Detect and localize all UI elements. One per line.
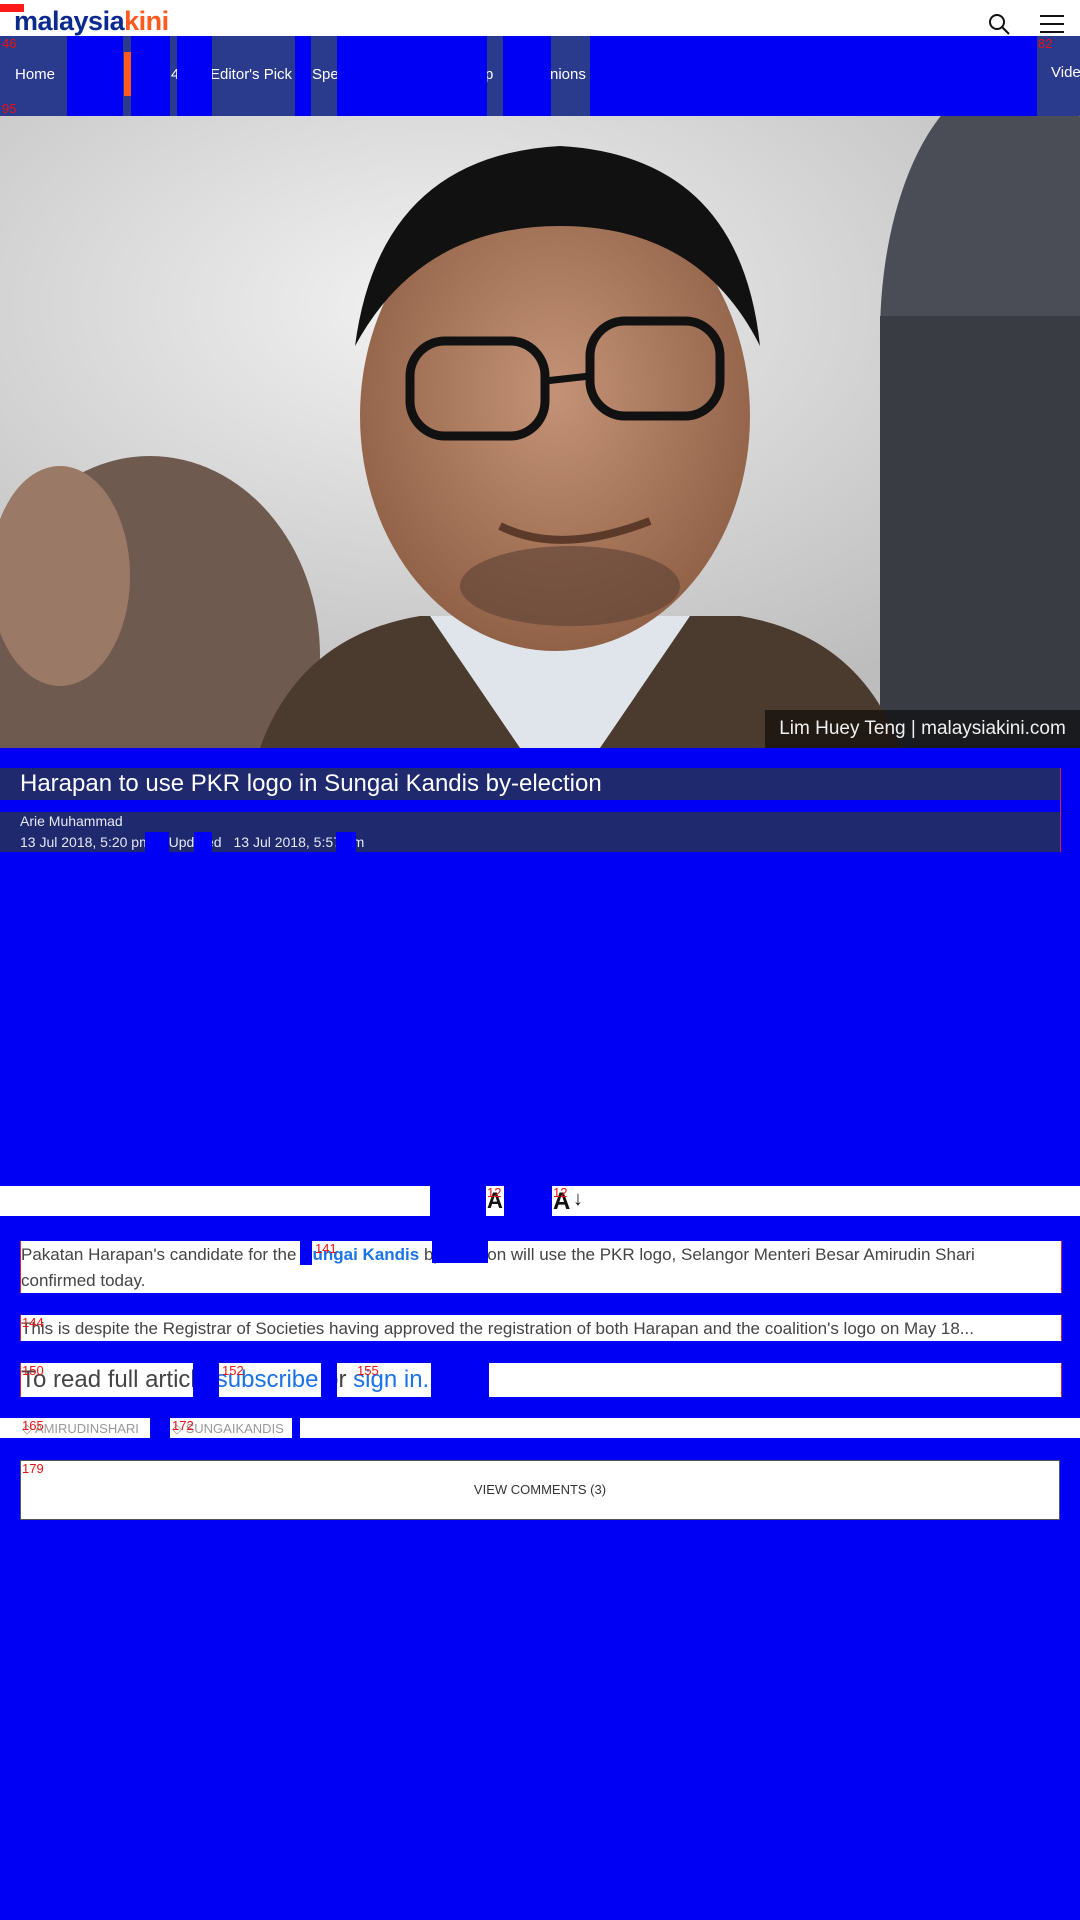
paragraph-2-row: This is despite the Registrar of Societi… bbox=[20, 1315, 1062, 1341]
overlay-number: 152 bbox=[222, 1363, 244, 1378]
article-hero-photo: Lim Huey Teng | malaysiakini.com bbox=[0, 116, 1080, 748]
author-name[interactable]: Arie Muhammad bbox=[20, 813, 123, 829]
paragraph-1-line-1: Pakatan Harapan's candidate for the Sung… bbox=[21, 1241, 975, 1268]
logo-text-malaysia: malaysia bbox=[14, 6, 125, 36]
mask-block bbox=[194, 832, 212, 852]
view-comments-label: VIEW COMMENTS (3) bbox=[473, 1482, 607, 1497]
mask-block bbox=[300, 1241, 312, 1265]
logo-text-kini: kini bbox=[124, 6, 169, 36]
nav-item-opinions[interactable]: nions bbox=[550, 66, 586, 83]
overlay-number: 155 bbox=[357, 1363, 379, 1378]
para1-text-b: by-election will use the PKR logo, Selan… bbox=[419, 1245, 975, 1264]
overlay-number: 144 bbox=[22, 1315, 44, 1330]
overlay-number: 179 bbox=[22, 1461, 44, 1476]
hero-photo-illustration bbox=[0, 116, 1080, 748]
mask-block bbox=[432, 1239, 488, 1263]
mask-block bbox=[590, 36, 1037, 116]
mask-block bbox=[150, 1418, 170, 1438]
view-comments-button[interactable]: VIEW COMMENTS (3) bbox=[20, 1460, 1060, 1520]
overlay-number: 12 bbox=[553, 1185, 568, 1200]
mask-block bbox=[193, 1363, 219, 1397]
overlay-number: 172 bbox=[172, 1418, 194, 1433]
mask-block bbox=[321, 1363, 337, 1397]
article-dates: 13 Jul 2018, 5:20 pm Updated 13 Jul 2018… bbox=[20, 834, 364, 850]
para1-text-a: Pakatan Harapan's candidate for the bbox=[21, 1245, 302, 1264]
mask-block bbox=[337, 36, 487, 116]
mask-block bbox=[295, 36, 311, 116]
mask-block bbox=[431, 1363, 489, 1397]
nav-item-editors-pick[interactable]: Editor's Pick bbox=[210, 66, 292, 83]
mask-block bbox=[67, 36, 123, 116]
mask-block bbox=[177, 36, 212, 116]
photo-credit: Lim Huey Teng | malaysiakini.com bbox=[765, 710, 1080, 748]
hamburger-menu-icon[interactable] bbox=[1040, 14, 1064, 34]
published-date: 13 Jul 2018, 5:20 pm bbox=[20, 834, 151, 850]
font-reset-arrow-icon[interactable]: ↓ bbox=[573, 1188, 583, 1211]
mask-block bbox=[145, 832, 169, 852]
paragraph-1-line-2: confirmed today. bbox=[21, 1271, 146, 1290]
mask-block bbox=[292, 1418, 300, 1438]
tag-label-1: AMIRUDINSHARI bbox=[34, 1421, 139, 1436]
search-icon[interactable] bbox=[987, 12, 1011, 36]
mask-block bbox=[336, 832, 356, 852]
overlay-number: 165 bbox=[22, 1418, 44, 1433]
nav-item-home[interactable]: Home bbox=[15, 66, 55, 83]
overlay-number: 150 bbox=[22, 1363, 44, 1378]
nav-item-videos[interactable]: Vide bbox=[1051, 64, 1080, 81]
site-logo[interactable]: malaysiakini bbox=[14, 6, 169, 37]
cta-text: To read full article bbox=[21, 1366, 210, 1393]
subscribe-cta-row: To read full article subscribe or sign i… bbox=[20, 1363, 1062, 1397]
overlay-number: 95 bbox=[2, 101, 17, 116]
overlay-number: 46 bbox=[2, 36, 17, 51]
nav-item-videos-tab[interactable]: Vide bbox=[1037, 48, 1080, 100]
paragraph-1-row: Pakatan Harapan's candidate for the Sung… bbox=[20, 1239, 1062, 1293]
mask-block bbox=[503, 36, 551, 116]
overlay-number: 141 bbox=[315, 1241, 337, 1256]
mask-block bbox=[131, 36, 170, 116]
overlay-number: 82 bbox=[1038, 36, 1053, 51]
font-toolbar-right bbox=[552, 1186, 1080, 1216]
frame-line bbox=[1060, 768, 1061, 852]
article-title: Harapan to use PKR logo in Sungai Kandis… bbox=[20, 770, 602, 797]
font-toolbar-left bbox=[0, 1186, 430, 1216]
tag-label-2: SUNGAIKANDIS bbox=[185, 1421, 284, 1436]
paragraph-2: This is despite the Registrar of Societi… bbox=[21, 1319, 974, 1338]
overlay-number: 12 bbox=[487, 1185, 502, 1200]
